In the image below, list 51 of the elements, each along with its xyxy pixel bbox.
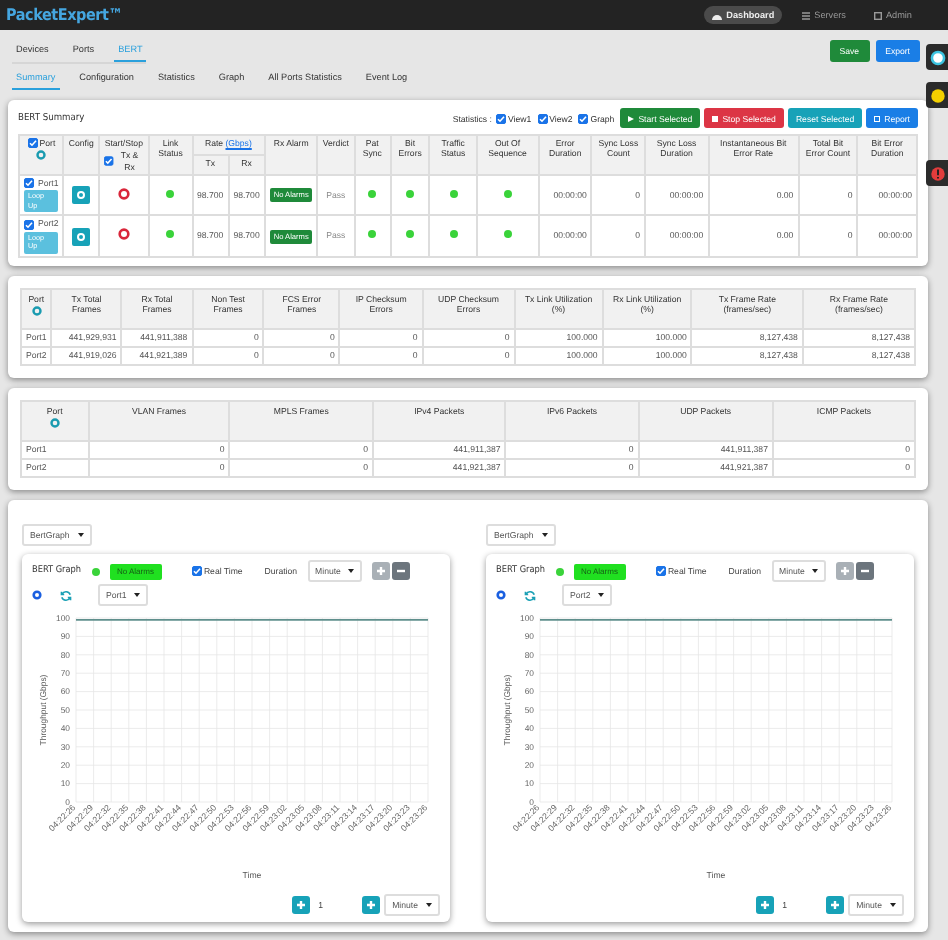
settings-icon[interactable]	[496, 590, 506, 601]
alert-button[interactable]	[926, 160, 948, 186]
checkbox[interactable]	[495, 113, 506, 123]
stop-icon	[712, 115, 719, 121]
zoom-out-button[interactable]	[856, 562, 875, 581]
app-logo: PacketExpert™	[6, 6, 123, 24]
minus-icon	[396, 566, 407, 577]
settings-icon[interactable]	[49, 418, 60, 429]
caret-icon	[812, 568, 819, 575]
stop-icon[interactable]	[117, 188, 130, 201]
zoom-out-button[interactable]	[392, 562, 411, 581]
settings-icon[interactable]	[32, 590, 42, 601]
checkbox[interactable]	[578, 113, 589, 123]
circle-icon	[929, 87, 945, 103]
stop-icon[interactable]	[117, 228, 130, 241]
checkbox[interactable]	[24, 178, 34, 189]
plus-icon	[366, 899, 377, 910]
list-icon	[802, 11, 811, 19]
plus-icon	[760, 899, 771, 910]
checkbox[interactable]	[27, 138, 38, 149]
settings-icon[interactable]	[36, 150, 47, 161]
plus-icon	[830, 899, 841, 910]
checkbox[interactable]	[24, 219, 34, 230]
plus-icon	[296, 899, 307, 910]
minus-icon	[860, 566, 871, 577]
caret-icon	[598, 592, 605, 599]
caret-icon	[890, 901, 896, 908]
checkbox[interactable]	[191, 566, 202, 577]
play-icon	[628, 115, 635, 121]
increment-button[interactable]	[826, 895, 845, 914]
settings-icon[interactable]	[31, 306, 42, 317]
decrement-button[interactable]	[756, 895, 775, 914]
gauge-icon	[712, 11, 723, 19]
plus-icon	[376, 566, 387, 577]
caret-icon	[348, 568, 355, 575]
caret-icon	[77, 531, 84, 538]
plus-icon	[840, 566, 851, 577]
warning-icon	[929, 165, 945, 181]
decrement-button[interactable]	[292, 895, 311, 914]
checkbox[interactable]	[103, 156, 114, 167]
caret-icon	[134, 592, 141, 599]
refresh-icon[interactable]	[60, 589, 72, 602]
caret-icon	[426, 901, 432, 908]
refresh-icon[interactable]	[524, 589, 536, 602]
settings-button[interactable]	[72, 227, 91, 246]
caret-icon	[541, 531, 548, 538]
increment-button[interactable]	[362, 895, 381, 914]
checkbox[interactable]	[537, 113, 548, 123]
checkbox[interactable]	[655, 566, 666, 577]
settings-button[interactable]	[72, 186, 91, 205]
ring-icon	[929, 49, 945, 65]
